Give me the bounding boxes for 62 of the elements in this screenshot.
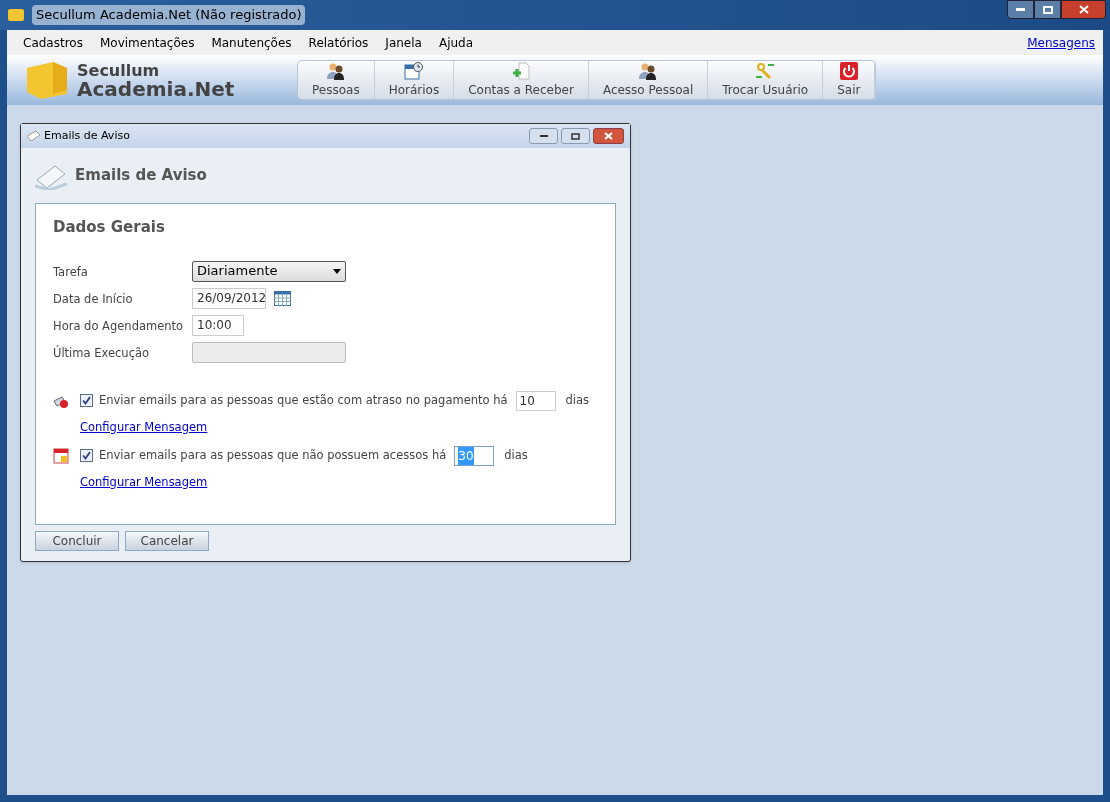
calendar-clock-icon (403, 61, 424, 80)
option-label: Enviar emails para as pessoas que estão com atraso no pagamento há (99, 391, 508, 409)
envelope-icon (27, 131, 40, 141)
calendar-icon[interactable] (274, 290, 291, 306)
checkbox[interactable] (80, 449, 93, 463)
maximize-button[interactable] (1034, 0, 1061, 19)
date-field[interactable]: 26/09/2012 (192, 287, 266, 309)
minimize-button[interactable] (529, 128, 558, 144)
check-icon (82, 451, 91, 461)
unit-label: dias (565, 391, 590, 409)
unit-label: dias (504, 447, 528, 465)
toolbar-button[interactable]: Pessoas (298, 61, 375, 99)
toolbar-button[interactable]: Acesso Pessoal (588, 61, 709, 99)
people-icon (325, 61, 346, 80)
toolbar-button[interactable]: Contas a Receber (454, 61, 589, 99)
days-field[interactable]: 10 (515, 390, 556, 411)
field-label: Última Execução (53, 345, 151, 363)
close-button[interactable] (593, 128, 624, 144)
time-field[interactable]: 10:00 (192, 314, 244, 336)
logo-cube-icon (25, 60, 69, 100)
check-icon (82, 396, 91, 405)
section-heading: Dados Gerais (53, 217, 166, 238)
toolbar-button[interactable]: Trocar Usuário (708, 61, 824, 99)
dialog-button[interactable]: Cancelar (125, 531, 209, 551)
menu-item[interactable]: Ajuda (430, 33, 482, 52)
dropdown-arrow-icon (333, 268, 341, 274)
configure-message-link[interactable]: Configurar Mensagem (80, 473, 208, 491)
close-icon (604, 132, 613, 140)
logo-text: Academia.Net (77, 80, 236, 99)
menu-item[interactable]: Janela (377, 33, 430, 52)
minimize-button[interactable] (1007, 0, 1034, 19)
close-icon (1078, 5, 1089, 14)
calendar-icon (53, 447, 69, 464)
checkbox[interactable] (80, 394, 93, 407)
minimize-icon (1016, 8, 1025, 11)
close-button[interactable] (1061, 0, 1106, 19)
minimize-icon (539, 135, 548, 137)
window-title: Secullum Academia.Net (Não registrado) (32, 5, 306, 25)
field-label: Tarefa (53, 264, 89, 282)
dialog-title: Emails de Aviso (44, 127, 130, 144)
option-label: Enviar emails para as pessoas que não possuem acessos há (99, 447, 447, 465)
maximize-icon (571, 132, 580, 140)
app-icon (8, 9, 24, 21)
toolbar-button[interactable]: Horários (374, 61, 455, 99)
maximize-icon (1042, 5, 1053, 14)
menu-item[interactable]: Cadastros (15, 33, 91, 52)
field-label: Hora do Agendamento (53, 318, 185, 336)
configure-message-link[interactable]: Configurar Mensagem (80, 418, 208, 436)
field-label: Data de Início (53, 291, 134, 309)
messages-link[interactable]: Mensagens (1027, 33, 1095, 52)
people-icon (638, 61, 659, 80)
power-icon (839, 61, 858, 80)
dialog-heading: Emails de Aviso (75, 165, 207, 187)
task-dropdown[interactable]: Diariamente (192, 260, 346, 282)
logo-text: Secullum (77, 61, 161, 80)
menu-item[interactable]: Relatórios (300, 33, 377, 52)
keys-icon (754, 61, 777, 80)
menu-item[interactable]: Manutenções (203, 33, 300, 52)
document-plus-icon (511, 61, 532, 80)
dialog-button[interactable]: Concluir (35, 531, 119, 551)
toolbar-button[interactable]: Sair (823, 61, 876, 99)
menu-item[interactable]: Movimentações (91, 33, 203, 52)
